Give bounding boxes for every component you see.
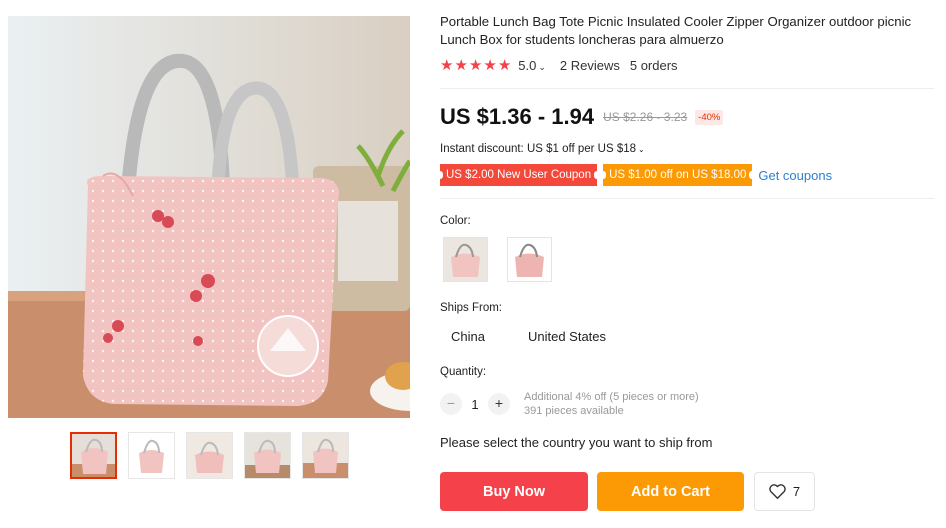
buy-now-button[interactable]: Buy Now <box>440 472 588 511</box>
store-coupon[interactable]: US $1.00 off on US $18.00 <box>600 164 756 186</box>
heart-icon <box>769 484 786 499</box>
star-icon: ★ <box>454 57 468 74</box>
bag-thumbnail-image <box>303 433 348 478</box>
additional-discount-text: Additional 4% off (5 pieces or more) <box>524 391 699 403</box>
rating-stars: ★ ★ ★ ★ ★ <box>440 58 511 73</box>
purchase-actions: Buy Now Add to Cart 7 <box>440 472 815 511</box>
price-row: US $1.36 - 1.94 US $2.26 - 3.23 -40% <box>440 104 724 130</box>
star-icon: ★ <box>468 57 483 74</box>
color-label: Color: <box>440 215 471 227</box>
thumbnail[interactable] <box>302 432 349 479</box>
quantity-value[interactable]: 1 <box>462 397 488 412</box>
rating-value: 5.0 <box>518 58 537 73</box>
bag-variant-image <box>444 238 487 281</box>
thumbnail[interactable] <box>244 432 291 479</box>
new-user-coupon[interactable]: US $2.00 New User Coupon <box>436 164 601 186</box>
quantity-stepper: − 1 + Additional 4% off (5 pieces or mor… <box>440 390 699 418</box>
ships-from-options: China United States <box>440 327 638 346</box>
rating-row: ★ ★ ★ ★ ★ 5.0 ⌄ 2 Reviews 5 orders <box>440 58 678 73</box>
color-option[interactable] <box>443 237 488 282</box>
divider <box>440 88 934 89</box>
ship-option-united-states[interactable]: United States <box>517 327 617 346</box>
bag-thumbnail-image <box>245 433 290 478</box>
decrease-quantity-button[interactable]: − <box>440 393 462 415</box>
add-to-cart-button[interactable]: Add to Cart <box>597 472 744 511</box>
pieces-available-text: 391 pieces available <box>524 405 624 417</box>
bag-thumbnail-image <box>187 433 232 478</box>
bag-variant-image <box>508 238 551 281</box>
instant-discount-dropdown[interactable]: Instant discount: US $1 off per US $18 ⌄ <box>440 143 645 155</box>
star-icon: ★ <box>440 57 454 74</box>
chevron-down-icon: ⌄ <box>638 145 645 154</box>
reviews-link[interactable]: 2 Reviews <box>560 58 620 73</box>
lunch-bag-photo <box>8 16 410 418</box>
wishlist-button[interactable]: 7 <box>754 472 815 511</box>
bag-thumbnail-image <box>129 433 174 478</box>
thumbnail[interactable] <box>70 432 117 479</box>
thumbnail-strip <box>70 432 349 479</box>
ship-option-china[interactable]: China <box>440 327 496 346</box>
wishlist-count: 7 <box>792 484 801 499</box>
quantity-label: Quantity: <box>440 366 487 378</box>
star-icon: ★ <box>483 57 497 74</box>
product-title: Portable Lunch Bag Tote Picnic Insulated… <box>440 14 912 47</box>
get-coupons-link[interactable]: Get coupons <box>758 168 832 183</box>
quantity-info: Additional 4% off (5 pieces or more) 391… <box>524 390 699 418</box>
orders-count: 5 orders <box>629 58 678 73</box>
thumbnail[interactable] <box>186 432 233 479</box>
original-price: US $2.26 - 3.23 <box>603 110 688 124</box>
bag-thumbnail-image <box>72 434 115 477</box>
increase-quantity-button[interactable]: + <box>488 393 510 415</box>
instant-discount-text: Instant discount: US $1 off per US $18 <box>440 143 637 155</box>
color-option[interactable] <box>507 237 552 282</box>
discount-badge: -40% <box>695 109 724 125</box>
thumbnail[interactable] <box>128 432 175 479</box>
coupon-row: US $2.00 New User Coupon US $1.00 off on… <box>436 164 832 186</box>
divider <box>440 198 934 199</box>
main-product-image[interactable] <box>8 16 410 418</box>
star-icon: ★ <box>497 57 512 74</box>
color-options <box>443 237 552 282</box>
ships-from-label: Ships From: <box>440 302 502 314</box>
chevron-down-icon: ⌄ <box>538 62 546 72</box>
price: US $1.36 - 1.94 <box>440 104 595 129</box>
rating-value-dropdown[interactable]: 5.0 ⌄ <box>518 58 546 73</box>
select-country-message: Please select the country you want to sh… <box>440 435 713 450</box>
